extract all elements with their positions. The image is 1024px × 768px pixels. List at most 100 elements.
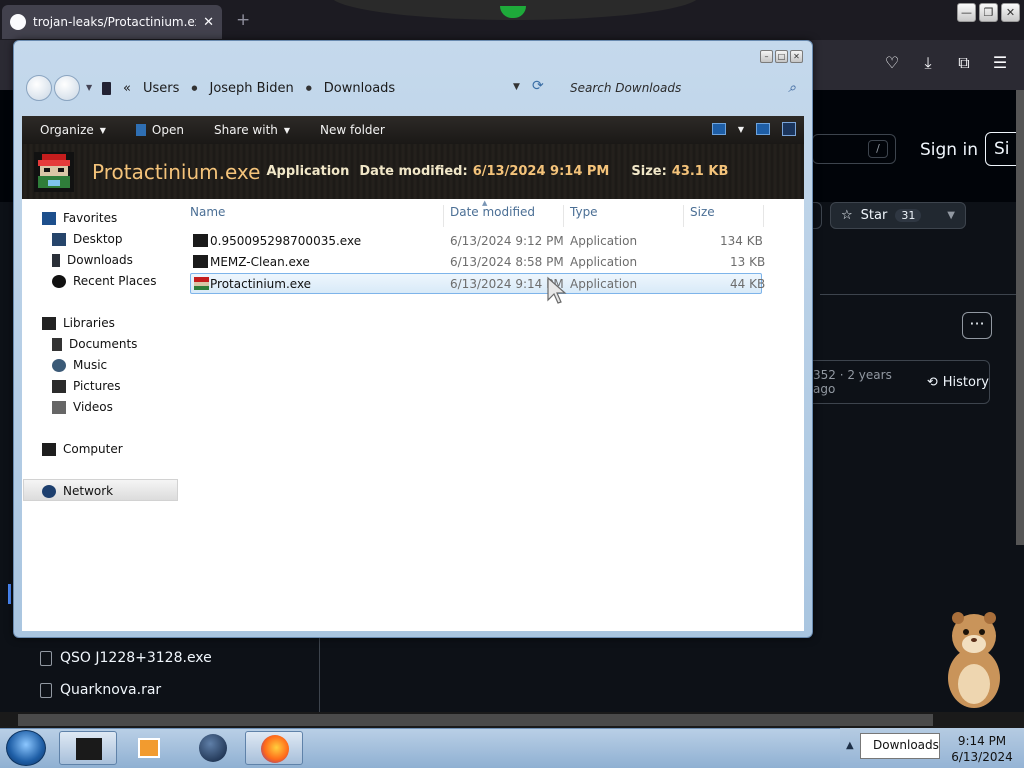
chevron-down-icon[interactable]: ▼: [947, 210, 955, 221]
search-input[interactable]: Search Downloads ⌕: [564, 75, 802, 101]
file-row-selected[interactable]: Protactinium.exe 6/13/2024 9:14 PM Appli…: [190, 273, 765, 294]
restore-button[interactable]: ❐: [979, 3, 998, 22]
nav-label: Favorites: [63, 211, 118, 225]
nav-documents[interactable]: Documents: [52, 337, 137, 351]
file-row[interactable]: MEMZ-Clean.exe 6/13/2024 8:58 PM Applica…: [190, 252, 766, 273]
taskbar-globe-button[interactable]: [184, 731, 242, 765]
show-hidden-icons-icon[interactable]: ▲: [846, 740, 854, 751]
tab-close-icon[interactable]: ✕: [203, 15, 214, 30]
file-size: 134 KB: [720, 234, 763, 248]
forward-button[interactable]: [54, 75, 80, 101]
nav-downloads[interactable]: Downloads: [52, 253, 133, 267]
browser-window-controls: — ❐ ✕: [957, 3, 1020, 22]
maximize-button[interactable]: □: [775, 50, 788, 63]
close-button[interactable]: ✕: [790, 50, 803, 63]
repo-file-list: [16, 636, 320, 712]
preview-pane-icon[interactable]: [756, 123, 770, 135]
search-placeholder: Search Downloads: [570, 81, 682, 95]
file-size: 13 KB: [730, 255, 766, 269]
hamster-image: [948, 612, 1000, 708]
nav-libraries[interactable]: Libraries: [42, 316, 115, 330]
repo-file-item[interactable]: QSO J1228+3128.exe: [40, 650, 212, 666]
organize-button[interactable]: Organize ▼: [40, 123, 106, 137]
close-button[interactable]: ✕: [1001, 3, 1020, 22]
download-icon[interactable]: ⤓: [918, 53, 938, 73]
tray-tooltip: Downloads: [860, 733, 940, 759]
breadcrumb-user[interactable]: Joseph Biden: [209, 81, 293, 96]
nav-computer[interactable]: Computer: [42, 442, 123, 456]
scrollbar-thumb[interactable]: [18, 714, 933, 726]
explorer-app-icon: [76, 738, 102, 760]
star-icon: ☆: [841, 208, 853, 223]
breadcrumb-separator[interactable]: ●: [191, 84, 197, 92]
column-type[interactable]: Type: [566, 205, 684, 227]
repo-file-name: QSO J1228+3128.exe: [60, 650, 212, 666]
nav-pictures[interactable]: Pictures: [52, 379, 121, 393]
nav-label: Music: [73, 358, 108, 372]
mouse-pointer-icon: [547, 276, 567, 304]
view-controls: ▼: [711, 122, 796, 136]
column-name[interactable]: Name: [186, 205, 444, 227]
taskbar-firefox-button[interactable]: [245, 731, 303, 765]
help-icon[interactable]: [782, 122, 796, 136]
nav-favorites[interactable]: Favorites: [42, 211, 117, 225]
pixel-app-icon: [34, 151, 74, 192]
new-folder-button[interactable]: New folder: [320, 123, 385, 137]
extensions-icon[interactable]: ⧉: [954, 53, 974, 73]
page-scrollbar[interactable]: [1016, 90, 1024, 545]
file-name: Protactinium.exe: [210, 277, 312, 291]
nav-network[interactable]: Network: [42, 484, 113, 498]
star-icon: [42, 211, 56, 225]
nav-label: Libraries: [63, 316, 115, 330]
menu-icon[interactable]: ☰: [990, 53, 1010, 73]
breadcrumb-separator[interactable]: ●: [306, 84, 312, 92]
address-dropdown-icon[interactable]: ▼: [513, 82, 520, 92]
refresh-icon[interactable]: ⟳: [532, 78, 544, 94]
history-link[interactable]: ⟲ History: [927, 375, 989, 390]
minimize-button[interactable]: –: [760, 50, 773, 63]
nav-music[interactable]: Music: [52, 358, 107, 372]
taskbar-media-player-button[interactable]: [120, 731, 178, 765]
system-clock[interactable]: 9:14 PM 6/13/2024: [944, 733, 1020, 765]
nav-label: Videos: [73, 400, 113, 414]
taskbar-explorer-button[interactable]: [59, 731, 117, 765]
star-count: 31: [895, 209, 922, 222]
nav-videos[interactable]: Videos: [52, 400, 113, 414]
column-size[interactable]: Size: [686, 205, 764, 227]
recent-pages-icon[interactable]: ▼: [86, 83, 92, 92]
more-options-button[interactable]: ···: [962, 312, 992, 339]
sign-in-link[interactable]: Sign in: [920, 140, 978, 160]
details-size-label: Size:: [631, 164, 667, 179]
network-icon: [42, 484, 56, 498]
search-shortcut-key: /: [868, 140, 888, 158]
change-view-icon[interactable]: [711, 123, 726, 135]
browser-tab-active[interactable]: trojan-leaks/Protactinium.exe a ✕: [2, 5, 222, 39]
address-bar[interactable]: « Users ● Joseph Biden ● Downloads: [102, 75, 552, 101]
github-icon: [10, 14, 26, 30]
share-with-button[interactable]: Share with ▼: [214, 123, 290, 137]
start-button[interactable]: [6, 730, 46, 766]
clock-time: 9:14 PM: [957, 734, 1007, 748]
back-button[interactable]: [26, 75, 52, 101]
details-date-label: Date modified:: [359, 164, 468, 179]
globe-icon: [199, 734, 227, 762]
breadcrumb-users[interactable]: Users: [143, 81, 179, 96]
share-with-label: Share with: [213, 123, 278, 137]
open-label: Open: [151, 123, 184, 137]
nav-desktop[interactable]: Desktop: [52, 232, 123, 246]
open-button[interactable]: Open: [135, 123, 184, 137]
repo-file-item[interactable]: Quarknova.rar: [40, 682, 161, 698]
media-player-icon: [138, 738, 160, 758]
minimize-button[interactable]: —: [957, 3, 976, 22]
nav-recent-places[interactable]: Recent Places: [52, 274, 156, 288]
new-tab-button[interactable]: +: [236, 10, 250, 30]
pocket-icon[interactable]: ♡: [882, 53, 902, 73]
chevron-down-icon[interactable]: ▼: [738, 125, 744, 134]
breadcrumb-downloads[interactable]: Downloads: [324, 81, 395, 96]
star-button[interactable]: ☆ Star 31 ▼: [830, 202, 966, 229]
search-icon[interactable]: ⌕: [788, 80, 796, 96]
column-date-modified[interactable]: Date modified: [446, 205, 564, 227]
file-row[interactable]: 0.950095298700035.exe 6/13/2024 9:12 PM …: [190, 231, 763, 252]
command-bar: Organize ▼ Open Share with ▼ New folder ▼: [22, 116, 804, 144]
breadcrumb-overflow[interactable]: «: [123, 81, 131, 96]
